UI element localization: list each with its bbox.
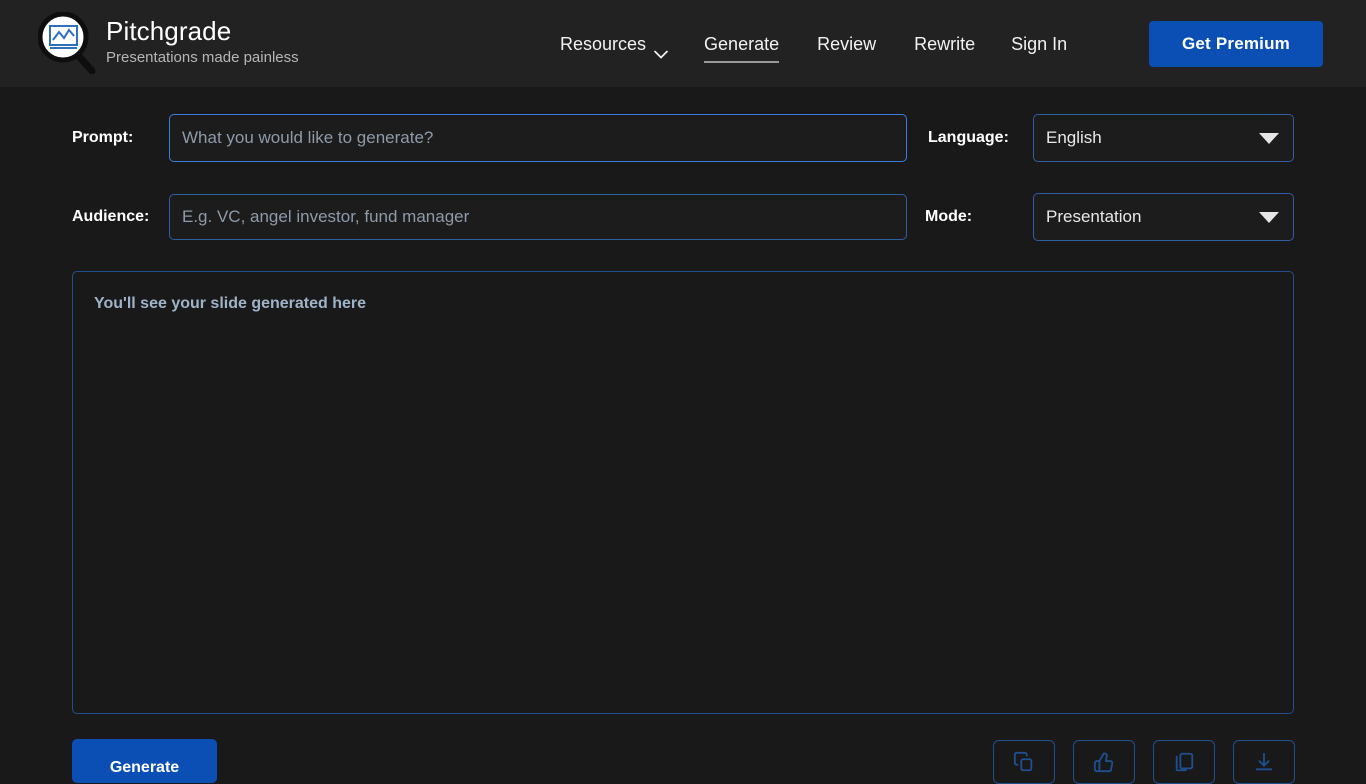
language-select[interactable]: English <box>1033 114 1294 162</box>
audience-label: Audience: <box>72 207 149 227</box>
copy-icon <box>1013 751 1035 773</box>
nav-label-generate: Generate <box>704 33 779 55</box>
nav-label-review: Review <box>817 33 876 55</box>
copy-button[interactable] <box>993 740 1055 784</box>
slide-output-area[interactable]: You'll see your slide generated here <box>72 271 1294 714</box>
nav-item-resources[interactable]: Resources <box>560 33 666 55</box>
magnifier-chart-logo-icon <box>38 12 96 74</box>
present-button[interactable] <box>1153 740 1215 784</box>
brand-logo-block[interactable]: Pitchgrade Presentations made painless <box>38 12 299 74</box>
slide-placeholder-text: You'll see your slide generated here <box>94 295 366 313</box>
top-header: Pitchgrade Presentations made painless R… <box>0 0 1366 87</box>
main-navigation: Resources Generate Review Rewrite Sign I… <box>560 0 1067 87</box>
nav-item-rewrite[interactable]: Rewrite <box>914 33 975 55</box>
nav-label-sign-in: Sign In <box>1011 33 1067 55</box>
language-label: Language: <box>928 128 1009 148</box>
like-button[interactable] <box>1073 740 1135 784</box>
present-icon <box>1173 751 1195 773</box>
mode-selected-value: Presentation <box>1034 207 1259 227</box>
nav-item-generate[interactable]: Generate <box>704 33 779 55</box>
nav-item-sign-in[interactable]: Sign In <box>1011 33 1067 55</box>
chevron-down-icon <box>1259 212 1279 223</box>
nav-label-resources: Resources <box>560 33 646 55</box>
nav-label-rewrite: Rewrite <box>914 33 975 55</box>
chevron-down-icon <box>1259 133 1279 144</box>
prompt-input[interactable] <box>169 114 907 162</box>
brand-title: Pitchgrade <box>106 16 299 46</box>
download-button[interactable] <box>1233 740 1295 784</box>
get-premium-button[interactable]: Get Premium <box>1149 21 1323 67</box>
prompt-label: Prompt: <box>72 128 133 148</box>
chevron-down-icon <box>654 42 666 50</box>
mode-select[interactable]: Presentation <box>1033 193 1294 241</box>
brand-tagline: Presentations made painless <box>106 48 299 68</box>
thumbs-up-icon <box>1093 751 1115 773</box>
download-icon <box>1253 751 1275 773</box>
audience-input[interactable] <box>169 194 907 240</box>
generate-button[interactable]: Generate <box>72 739 217 783</box>
language-selected-value: English <box>1034 128 1259 148</box>
nav-item-review[interactable]: Review <box>817 33 876 55</box>
mode-label: Mode: <box>925 207 972 227</box>
